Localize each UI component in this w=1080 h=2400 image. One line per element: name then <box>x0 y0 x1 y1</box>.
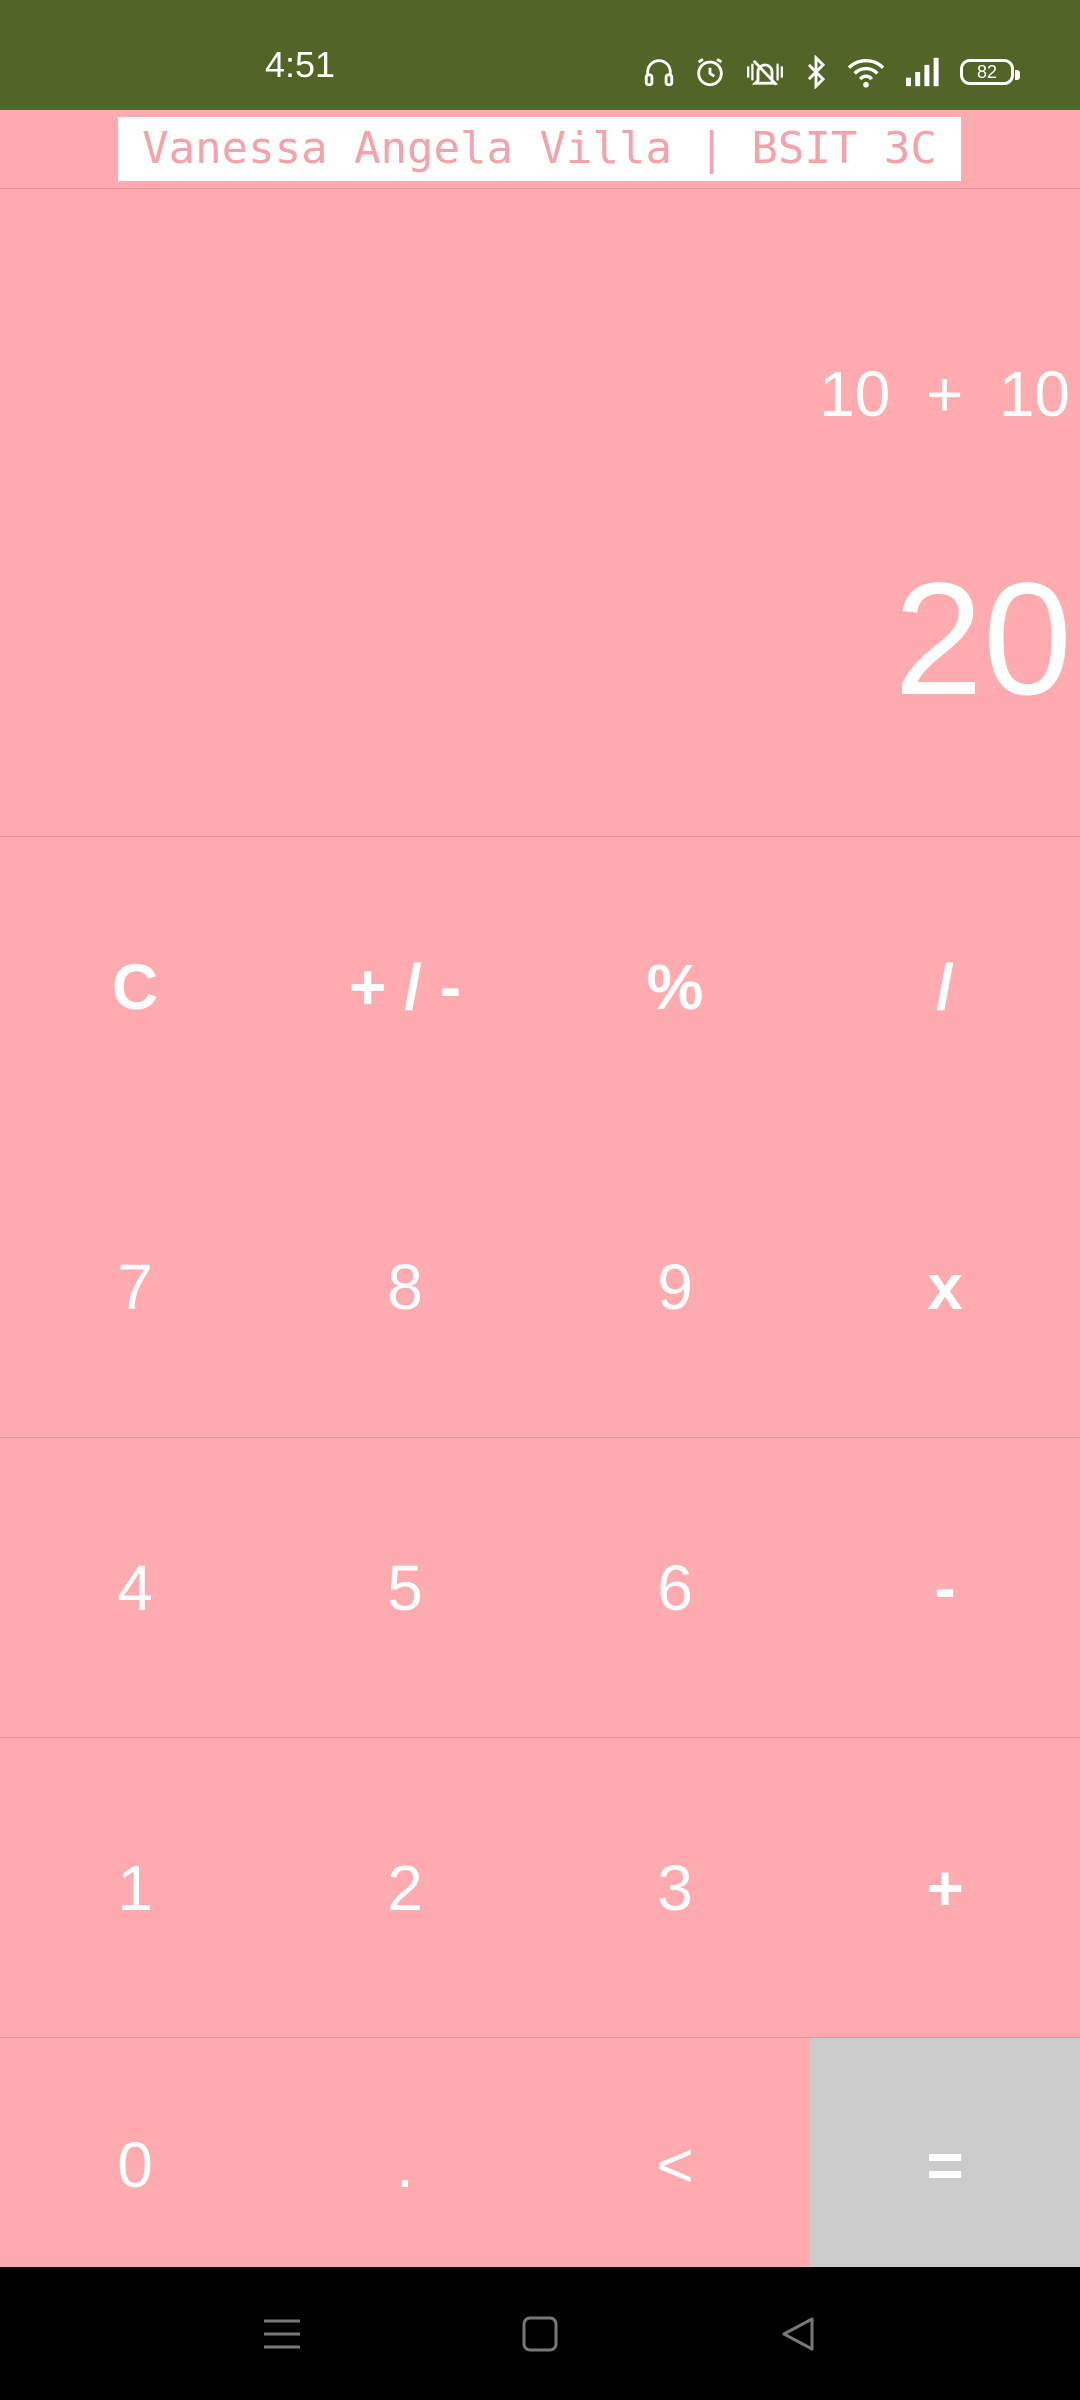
expression-text: 10 + 10 <box>819 358 1070 430</box>
add-button[interactable]: + <box>810 1738 1080 2038</box>
keypad-row-1: C + / - % / <box>0 837 1080 1137</box>
digit-9-button[interactable]: 9 <box>540 1137 810 1437</box>
home-icon[interactable] <box>510 2307 570 2361</box>
digit-0-button[interactable]: 0 <box>0 2038 270 2268</box>
keypad-row-2: 7 8 9 x <box>0 1137 1080 1437</box>
digit-8-button[interactable]: 8 <box>270 1137 540 1437</box>
menu-icon[interactable] <box>252 2307 312 2361</box>
app-title: Vanessa Angela Villa | BSIT 3C <box>118 117 961 181</box>
digit-7-button[interactable]: 7 <box>0 1137 270 1437</box>
keypad: C + / - % / 7 8 9 x 4 5 6 - 1 2 3 + 0 . … <box>0 837 1080 2268</box>
digit-1-button[interactable]: 1 <box>0 1738 270 2038</box>
navigation-bar <box>0 2267 1080 2400</box>
digit-5-button[interactable]: 5 <box>270 1438 540 1738</box>
alarm-icon <box>697 58 723 87</box>
equals-button[interactable]: = <box>810 2038 1080 2268</box>
percent-button[interactable]: % <box>540 837 810 1137</box>
keypad-row-4: 1 2 3 + <box>0 1737 1080 2038</box>
vibrate-icon <box>747 59 783 86</box>
calculator-screen: 4:51 82 Vanessa Angela Villa | BSIT 3C 1… <box>0 0 1080 2400</box>
digit-2-button[interactable]: 2 <box>270 1738 540 2038</box>
title-bar: Vanessa Angela Villa | BSIT 3C <box>0 110 1080 189</box>
digit-6-button[interactable]: 6 <box>540 1438 810 1738</box>
result-text: 20 <box>894 549 1072 728</box>
subtract-button[interactable]: - <box>810 1438 1080 1738</box>
keypad-row-3: 4 5 6 - <box>0 1437 1080 1738</box>
clear-button[interactable]: C <box>0 837 270 1137</box>
wifi-icon <box>847 59 885 88</box>
headphones-icon <box>644 59 674 87</box>
divide-button[interactable]: / <box>810 837 1080 1137</box>
keypad-row-5: 0 . < = <box>0 2037 1080 2268</box>
status-bar: 4:51 82 <box>0 0 1080 110</box>
status-time: 4:51 <box>265 44 336 85</box>
status-icons: 82 <box>642 52 1020 92</box>
bluetooth-icon <box>807 55 826 89</box>
decimal-button[interactable]: . <box>270 2038 540 2268</box>
signal-icon <box>906 57 939 87</box>
multiply-button[interactable]: x <box>810 1137 1080 1437</box>
digit-3-button[interactable]: 3 <box>540 1738 810 2038</box>
backspace-button[interactable]: < <box>540 2038 810 2268</box>
digit-4-button[interactable]: 4 <box>0 1438 270 1738</box>
sign-toggle-button[interactable]: + / - <box>270 837 540 1137</box>
back-icon[interactable] <box>768 2307 828 2361</box>
calculator-display: 10 + 10 20 <box>0 189 1080 837</box>
battery-icon: 82 <box>960 59 1020 85</box>
